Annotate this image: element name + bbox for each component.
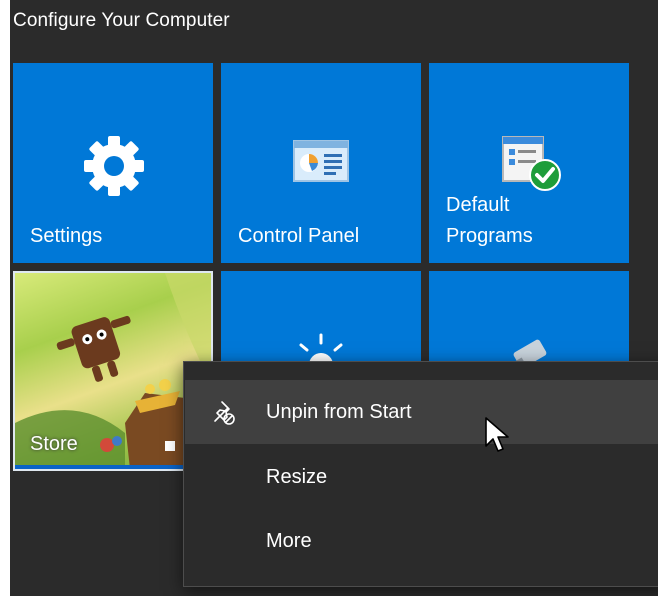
control-panel-icon: [293, 140, 349, 182]
mouse-cursor-icon: [485, 417, 509, 452]
default-programs-icon: [502, 136, 561, 191]
tile-label-settings: Settings: [30, 225, 103, 247]
tile-default-programs[interactable]: Default Programs: [429, 63, 629, 263]
tile-control-panel[interactable]: Control Panel: [221, 63, 421, 263]
menu-item-more[interactable]: More: [185, 509, 658, 573]
menu-item-label: Unpin from Start: [266, 401, 412, 423]
unpin-icon: [214, 401, 235, 425]
gear-icon: [84, 136, 144, 196]
start-menu-panel: Configure Your Computer Settings Control…: [10, 0, 658, 596]
tile-label-store: Store: [30, 433, 78, 455]
tile-settings[interactable]: Settings: [13, 63, 213, 263]
tile-label-control-panel: Control Panel: [238, 225, 360, 247]
tile-label-default-programs-line2: Programs: [446, 225, 533, 247]
tile-group-title[interactable]: Configure Your Computer: [13, 10, 230, 32]
tile-label-default-programs: Default Programs: [446, 190, 533, 252]
menu-item-label: Resize: [266, 466, 328, 488]
tile-label-default-programs-line1: Default: [446, 194, 510, 216]
tile-context-menu: Unpin from Start Resize More: [183, 361, 658, 587]
menu-item-label: More: [266, 530, 312, 552]
menu-item-resize[interactable]: Resize: [185, 445, 658, 509]
menu-item-unpin-from-start[interactable]: Unpin from Start: [185, 380, 658, 444]
